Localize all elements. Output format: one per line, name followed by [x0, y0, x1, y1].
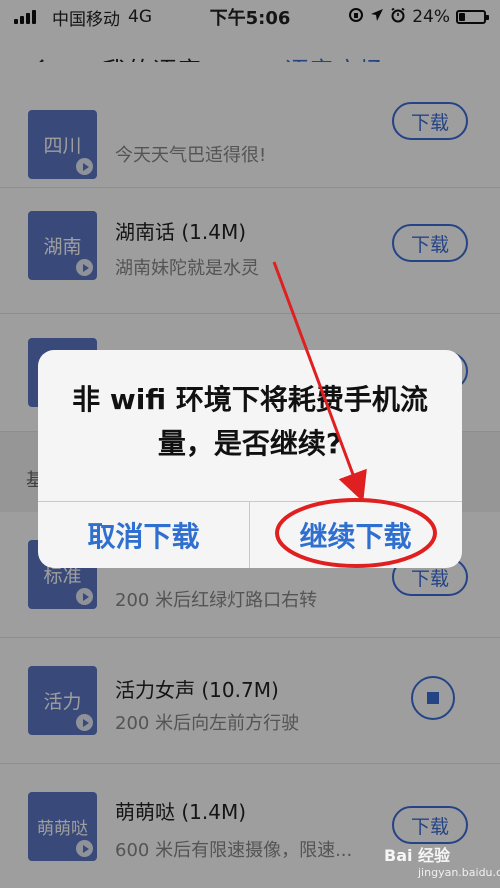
watermark-site: jingyan.baidu.com — [418, 866, 500, 879]
confirm-dialog: 非 wifi 环境下将耗费手机流量，是否继续? 取消下载 继续下载 — [38, 350, 462, 568]
continue-download-button[interactable]: 继续下载 — [250, 502, 461, 568]
cancel-download-button[interactable]: 取消下载 — [38, 502, 249, 568]
dialog-message: 非 wifi 环境下将耗费手机流量，是否继续? — [72, 383, 428, 460]
watermark: Bai 经验 — [384, 846, 451, 865]
